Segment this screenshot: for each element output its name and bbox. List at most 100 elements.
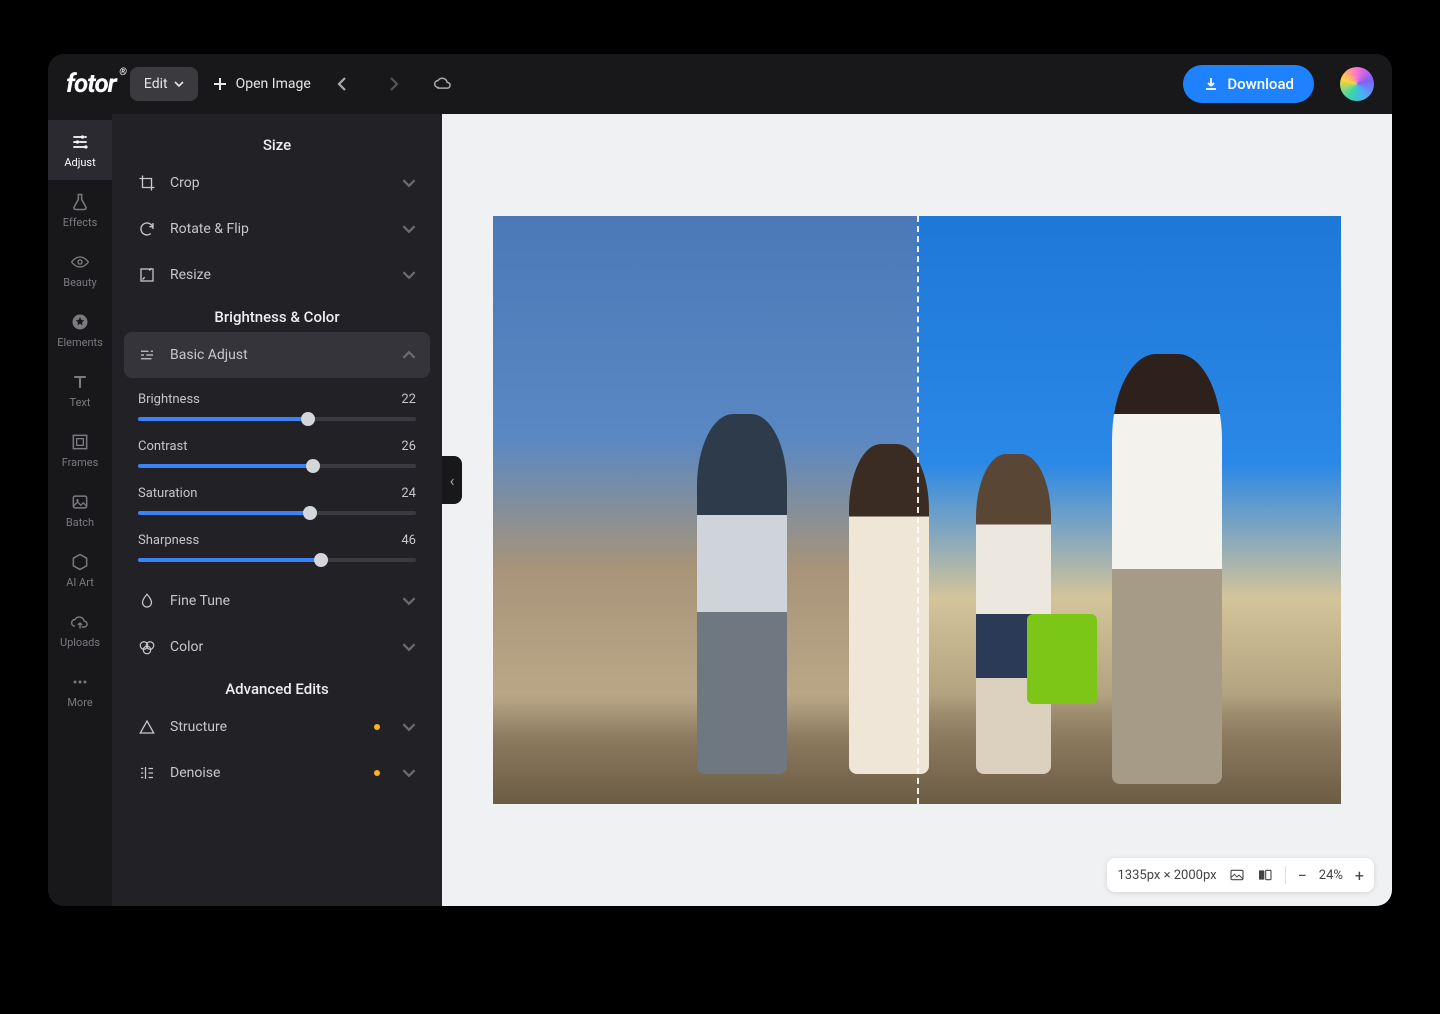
edit-dropdown[interactable]: Edit <box>130 67 198 101</box>
open-image-button[interactable]: Open Image <box>212 76 311 92</box>
slider-track[interactable] <box>138 511 416 515</box>
rail-label: More <box>67 696 92 709</box>
fit-screen-button[interactable] <box>1229 867 1245 883</box>
crop-icon <box>138 174 156 192</box>
row-label: Resize <box>170 267 211 283</box>
slider-thumb[interactable] <box>301 412 315 426</box>
slider-thumb[interactable] <box>303 506 317 520</box>
cloud-sync-button[interactable] <box>425 66 461 102</box>
denoise-icon <box>138 764 156 782</box>
hex-icon <box>70 552 90 572</box>
image-dimensions: 1335px × 2000px <box>1117 868 1216 883</box>
rail-item-uploads[interactable]: Uploads <box>48 600 112 660</box>
rail-item-adjust[interactable]: Adjust <box>48 120 112 180</box>
plus-icon <box>212 76 228 92</box>
rail-item-text[interactable]: Text <box>48 360 112 420</box>
row-color[interactable]: Color <box>112 624 442 670</box>
chevron-down-icon <box>402 268 416 282</box>
rail-label: Frames <box>62 456 99 469</box>
rail-label: Text <box>70 396 91 409</box>
slider-sharpness[interactable]: Sharpness 46 <box>112 519 442 566</box>
compare-divider[interactable] <box>917 216 919 804</box>
panel-collapse-tab[interactable]: ‹ <box>442 456 462 504</box>
premium-badge <box>374 770 380 776</box>
chevron-down-icon <box>402 594 416 608</box>
avatar[interactable] <box>1340 67 1374 101</box>
rail-label: Uploads <box>60 636 100 649</box>
zoom-out-button[interactable]: − <box>1298 866 1307 885</box>
slider-brightness[interactable]: Brightness 22 <box>112 378 442 425</box>
rail-label: AI Art <box>66 576 94 589</box>
row-label: Crop <box>170 175 200 191</box>
row-denoise[interactable]: Denoise <box>112 750 442 796</box>
download-button[interactable]: Download <box>1183 65 1314 103</box>
rail-label: Adjust <box>64 156 95 169</box>
row-label: Fine Tune <box>170 593 230 609</box>
flask-icon <box>70 192 90 212</box>
cloud-icon <box>433 74 453 94</box>
section-title-bc: Brightness & Color <box>112 298 442 332</box>
canvas-statusbar: 1335px × 2000px − 24% + <box>1107 858 1374 892</box>
left-rail: Adjust Effects Beauty Elements Text Fram… <box>48 114 112 906</box>
rail-item-beauty[interactable]: Beauty <box>48 240 112 300</box>
logo: fotor® <box>66 69 116 99</box>
compare-button[interactable] <box>1257 867 1273 883</box>
undo-button[interactable] <box>325 66 361 102</box>
row-resize[interactable]: Resize <box>112 252 442 298</box>
slider-track[interactable] <box>138 417 416 421</box>
redo-button[interactable] <box>375 66 411 102</box>
sliders-icon <box>70 132 90 152</box>
section-title-adv: Advanced Edits <box>112 670 442 704</box>
dots-icon <box>70 672 90 692</box>
rail-label: Beauty <box>63 276 97 289</box>
slider-value: 26 <box>401 439 416 454</box>
slider-label: Saturation <box>138 486 197 501</box>
chevron-down-icon <box>402 222 416 236</box>
slider-value: 22 <box>401 392 416 407</box>
row-label: Rotate & Flip <box>170 221 249 237</box>
image-canvas[interactable] <box>493 216 1341 804</box>
adjust-panel: Size Crop Rotate & Flip Resize Brightnes… <box>112 114 442 906</box>
slider-saturation[interactable]: Saturation24 <box>112 472 442 519</box>
chevron-up-icon <box>402 348 416 362</box>
row-fine-tune[interactable]: Fine Tune <box>112 578 442 624</box>
rail-item-frames[interactable]: Frames <box>48 420 112 480</box>
slider-label: Contrast <box>138 439 188 454</box>
arrow-left-icon <box>333 74 353 94</box>
cloud-up-icon <box>70 612 90 632</box>
rail-label: Batch <box>66 516 94 529</box>
chevron-down-icon <box>402 720 416 734</box>
rail-item-aiart[interactable]: AI Art <box>48 540 112 600</box>
rail-label: Effects <box>63 216 98 229</box>
slider-value: 46 <box>401 533 416 548</box>
download-icon <box>1203 76 1219 92</box>
slider-track[interactable] <box>138 464 416 468</box>
row-structure[interactable]: Structure <box>112 704 442 750</box>
slider-label: Brightness <box>138 392 200 407</box>
row-label: Basic Adjust <box>170 347 248 363</box>
slider-thumb[interactable] <box>306 459 320 473</box>
rail-item-elements[interactable]: Elements <box>48 300 112 360</box>
slider-track[interactable] <box>138 558 416 562</box>
row-rotate[interactable]: Rotate & Flip <box>112 206 442 252</box>
rotate-icon <box>138 220 156 238</box>
app-window: fotor® Edit Open Image Download <box>48 54 1392 906</box>
zoom-in-button[interactable]: + <box>1355 866 1364 885</box>
rail-item-batch[interactable]: Batch <box>48 480 112 540</box>
body: Adjust Effects Beauty Elements Text Fram… <box>48 114 1392 906</box>
chevron-down-icon <box>174 79 184 89</box>
row-label: Structure <box>170 719 227 735</box>
resize-icon <box>138 266 156 284</box>
rail-item-effects[interactable]: Effects <box>48 180 112 240</box>
premium-badge <box>374 724 380 730</box>
arrow-right-icon <box>383 74 403 94</box>
row-crop[interactable]: Crop <box>112 160 442 206</box>
slider-thumb[interactable] <box>314 553 328 567</box>
slider-label: Sharpness <box>138 533 199 548</box>
slider-contrast[interactable]: Contrast 26 <box>112 425 442 472</box>
rail-item-more[interactable]: More <box>48 660 112 720</box>
chevron-down-icon <box>402 640 416 654</box>
figure-4 <box>1112 354 1222 784</box>
rail-label: Elements <box>57 336 103 349</box>
row-basic-adjust[interactable]: Basic Adjust <box>124 332 430 378</box>
